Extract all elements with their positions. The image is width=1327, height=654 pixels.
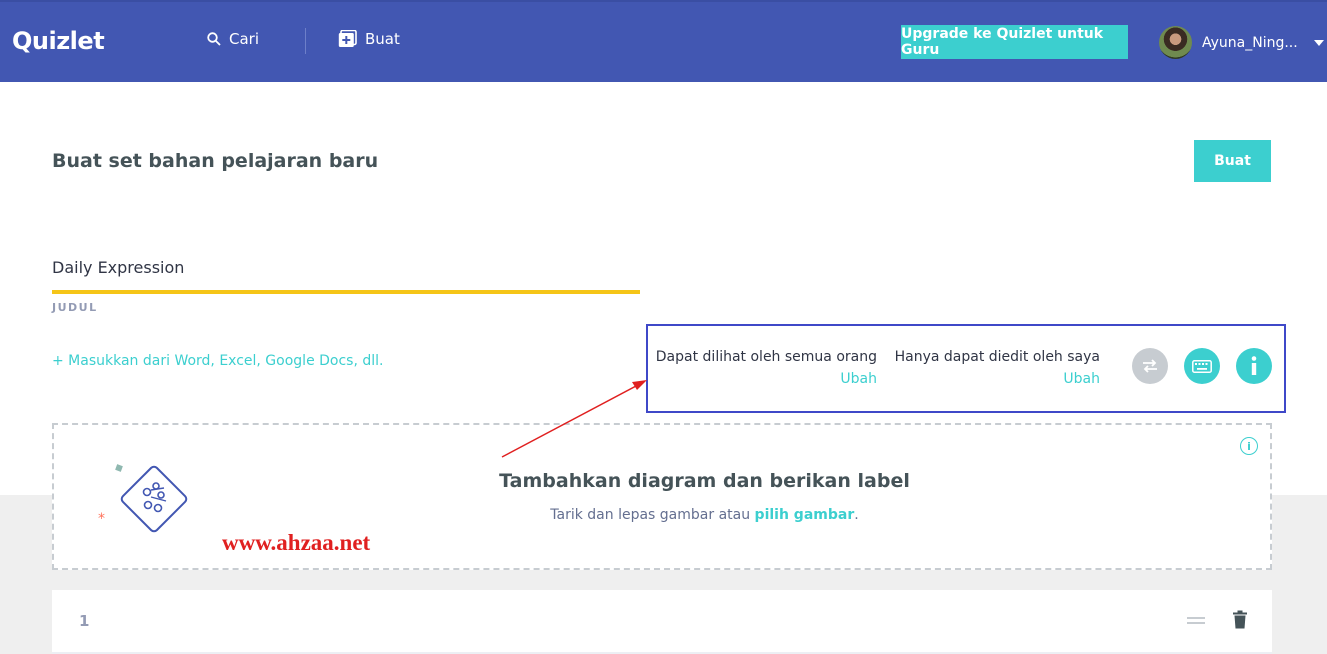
user-menu[interactable]: Ayuna_Ning... — [1159, 26, 1324, 59]
diagram-subtitle-end: . — [854, 507, 859, 523]
username: Ayuna_Ning... — [1202, 34, 1298, 51]
search-nav-label: Cari — [229, 30, 259, 48]
info-button[interactable] — [1236, 348, 1272, 384]
swap-terms-button[interactable] — [1132, 348, 1168, 384]
diagram-subtitle-text: Tarik dan lepas gambar atau — [550, 507, 755, 523]
edit-permission-text: Hanya dapat diedit oleh saya — [894, 349, 1100, 365]
top-nav-bar: Quizlet Cari Buat Upgrade ke Quizlet unt… — [0, 0, 1327, 82]
search-icon — [207, 32, 221, 46]
visibility-text: Dapat dilihat oleh semua orang — [655, 349, 877, 365]
title-input[interactable]: Daily Expression — [52, 254, 640, 294]
quizlet-logo[interactable]: Quizlet — [12, 27, 105, 55]
diagram-title: Tambahkan diagram dan berikan label — [499, 470, 910, 492]
search-nav-button[interactable]: Cari — [207, 30, 259, 48]
create-nav-label: Buat — [365, 30, 400, 48]
keyboard-button[interactable] — [1184, 348, 1220, 384]
term-number: 1 — [79, 612, 90, 630]
settings-highlight-box: Dapat dilihat oleh semua orang Ubah Hany… — [646, 324, 1286, 413]
term-card: 1 — [52, 590, 1272, 654]
watermark: www.ahzaa.net — [222, 530, 371, 555]
visibility-change-link[interactable]: Ubah — [656, 371, 877, 387]
chevron-down-icon — [1313, 39, 1324, 46]
create-plus-icon — [338, 30, 357, 47]
diagram-subtitle: Tarik dan lepas gambar atau pilih gambar… — [54, 507, 1270, 523]
diagram-icon: * — [98, 464, 188, 533]
keyboard-icon — [1192, 359, 1212, 373]
nav-divider — [305, 28, 306, 54]
page-title: Buat set bahan pelajaran baru — [52, 150, 379, 172]
upgrade-teacher-button[interactable]: Upgrade ke Quizlet untuk Guru — [901, 25, 1128, 59]
info-icon — [1251, 356, 1257, 375]
create-nav-button[interactable]: Buat — [338, 30, 400, 48]
swap-icon — [1143, 359, 1157, 373]
import-link[interactable]: + Masukkan dari Word, Excel, Google Docs… — [52, 353, 383, 369]
edit-permission-change-link[interactable]: Ubah — [895, 371, 1100, 387]
diagram-info-icon[interactable]: i — [1240, 437, 1258, 455]
visibility-setting: Dapat dilihat oleh semua orang Ubah — [656, 349, 877, 387]
edit-permission-setting: Hanya dapat diedit oleh saya Ubah — [895, 349, 1100, 387]
title-field-label: JUDUL — [52, 301, 98, 314]
top-border — [0, 0, 1327, 2]
drag-handle-icon[interactable] — [1187, 617, 1205, 627]
create-set-button[interactable]: Buat — [1194, 140, 1271, 182]
trash-icon[interactable] — [1232, 610, 1248, 629]
avatar — [1159, 26, 1192, 59]
pick-image-link[interactable]: pilih gambar — [755, 507, 855, 523]
